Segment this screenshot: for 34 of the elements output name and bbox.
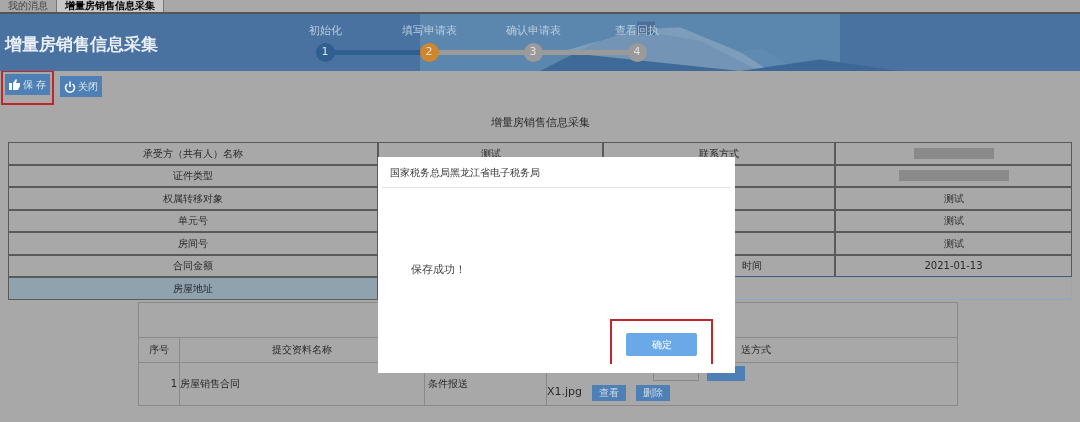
table-cell: 证件类型 — [8, 164, 378, 187]
table-cell: 房间号 — [8, 232, 378, 255]
column-header: 送方式 — [741, 343, 771, 357]
file-action-button[interactable]: 查看 — [592, 384, 627, 401]
file-name: X1.jpg — [547, 384, 583, 401]
toolbar-button[interactable]: 关闭 — [60, 76, 103, 97]
step-label: 初始化 — [308, 23, 342, 39]
table-cell-text: 测试 — [943, 236, 964, 251]
step-label: 查看回执 — [615, 23, 659, 39]
step-label: 填写申请表 — [401, 23, 457, 39]
file-action-button[interactable]: 删除 — [636, 384, 671, 401]
table-cell-text: 2021-01-13 — [924, 259, 983, 274]
table-cell: 单元号 — [8, 209, 378, 232]
row-number: 1 — [170, 377, 177, 391]
table-cell: 权属转移对象 — [8, 187, 378, 210]
thumbs-up-icon — [9, 79, 21, 90]
column-header: 序号 — [149, 343, 169, 357]
table-cell-text: 测试 — [943, 214, 964, 229]
table-cell: 合同金额 — [8, 254, 378, 277]
table-cell-text: 条件报送 — [428, 377, 468, 391]
table-cell: 房屋地址 — [8, 277, 378, 300]
table-cell: 承受方（共有人）名称 — [8, 142, 378, 165]
toolbar-button[interactable]: 保 存 — [5, 74, 51, 95]
column-header: 提交资料名称 — [272, 343, 332, 357]
banner-title: 增量房销售信息采集 — [5, 32, 158, 56]
step-label: 确认申请表 — [505, 23, 561, 39]
dialog-message: 保存成功！ — [411, 263, 466, 276]
confirm-button[interactable]: 确定 — [626, 333, 697, 356]
table-cell-text: 测试 — [943, 191, 964, 206]
page-tab[interactable]: 增量房销售信息采集 — [57, 0, 164, 12]
table-cell-text: 房屋销售合同 — [180, 377, 240, 391]
power-icon — [64, 80, 77, 93]
dialog-title: 国家税务总局黑龙江省电子税务局 — [389, 165, 540, 180]
form-title: 增量房销售信息采集 — [490, 116, 590, 129]
